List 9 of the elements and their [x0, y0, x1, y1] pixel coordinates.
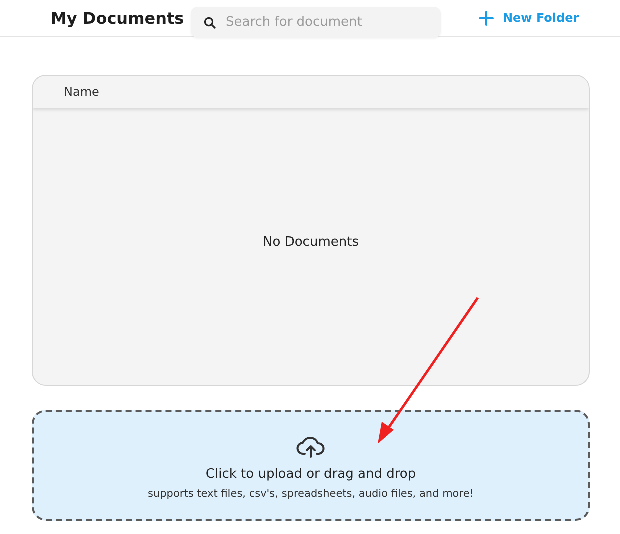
- cloud-upload-icon: [296, 435, 326, 459]
- plus-icon: [479, 10, 494, 26]
- empty-message: No Documents: [263, 235, 359, 250]
- upload-title: Click to upload or drag and drop: [206, 467, 416, 482]
- upload-subtitle: supports text files, csv's, spreadsheets, audio files, and more!: [148, 488, 474, 500]
- column-header: Name: [64, 85, 100, 99]
- upload-dropzone[interactable]: Click to upload or drag and drop supports text files, csv's, spreadsheets, audio files, and more!: [32, 410, 590, 521]
- search-field[interactable]: Search for document: [191, 6, 441, 38]
- page-title: My Documents: [51, 8, 186, 28]
